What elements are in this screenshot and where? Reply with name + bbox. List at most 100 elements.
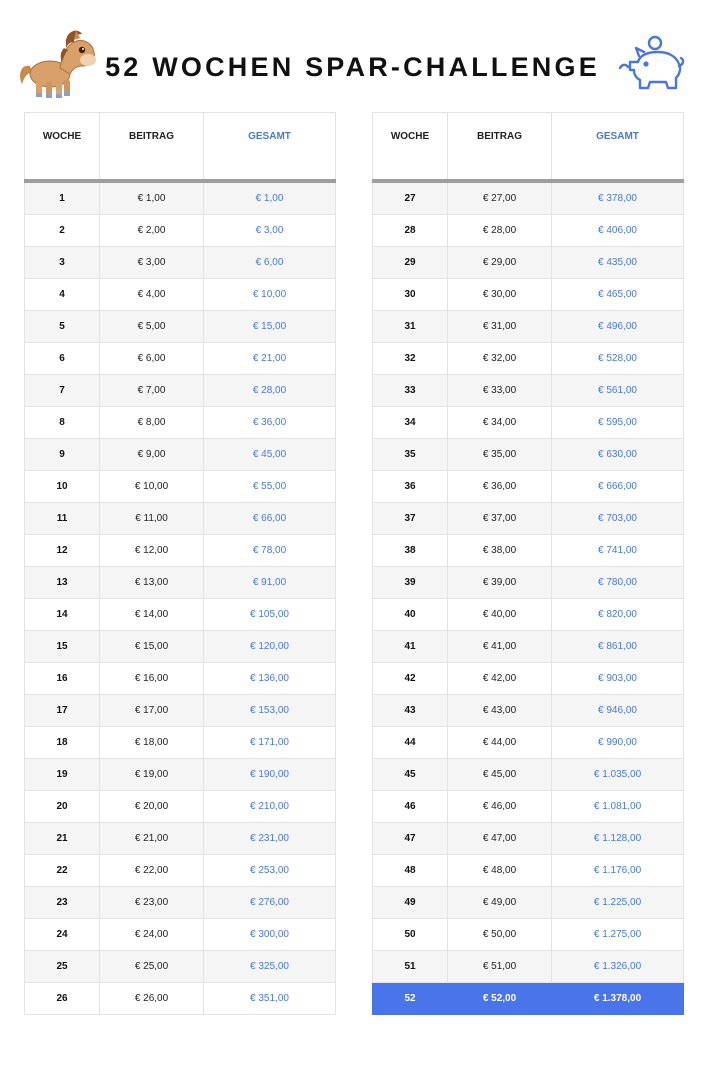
savings-table-right: WOCHE BEITRAG GESAMT 27 € 27,00 € 378,00 28… <box>372 112 684 1015</box>
table-row: 49 € 49,00 € 1.225,00 <box>372 885 684 919</box>
total-cell: € 190,00 <box>203 757 336 791</box>
table-row: 36 € 36,00 € 666,00 <box>372 469 684 503</box>
week-cell: 17 <box>24 693 100 727</box>
column-header-total: GESAMT <box>551 112 684 183</box>
total-cell: € 66,00 <box>203 501 336 535</box>
week-cell: 35 <box>372 437 448 471</box>
week-cell: 9 <box>24 437 100 471</box>
table-row: 42 € 42,00 € 903,00 <box>372 661 684 695</box>
contribution-cell: € 48,00 <box>447 853 552 887</box>
contribution-cell: € 2,00 <box>99 213 204 247</box>
contribution-cell: € 16,00 <box>99 661 204 695</box>
week-cell: 23 <box>24 885 100 919</box>
contribution-cell: € 29,00 <box>447 245 552 279</box>
total-cell: € 276,00 <box>203 885 336 919</box>
contribution-cell: € 27,00 <box>447 180 552 215</box>
contribution-cell: € 25,00 <box>99 949 204 983</box>
contribution-cell: € 46,00 <box>447 789 552 823</box>
contribution-cell: € 35,00 <box>447 437 552 471</box>
table-row: 47 € 47,00 € 1.128,00 <box>372 821 684 855</box>
total-cell: € 496,00 <box>551 309 684 343</box>
contribution-cell: € 6,00 <box>99 341 204 375</box>
week-cell: 22 <box>24 853 100 887</box>
total-cell: € 903,00 <box>551 661 684 695</box>
contribution-cell: € 8,00 <box>99 405 204 439</box>
contribution-cell: € 14,00 <box>99 597 204 631</box>
total-cell: € 703,00 <box>551 501 684 535</box>
total-cell: € 1.275,00 <box>551 917 684 951</box>
week-cell: 44 <box>372 725 448 759</box>
contribution-cell: € 10,00 <box>99 469 204 503</box>
total-cell: € 28,00 <box>203 373 336 407</box>
table-row: 21 € 21,00 € 231,00 <box>24 821 336 855</box>
week-cell: 47 <box>372 821 448 855</box>
contribution-cell: € 44,00 <box>447 725 552 759</box>
week-cell: 52 <box>372 981 448 1015</box>
total-cell: € 1,00 <box>203 180 336 215</box>
week-cell: 31 <box>372 309 448 343</box>
table-row: 35 € 35,00 € 630,00 <box>372 437 684 471</box>
week-cell: 37 <box>372 501 448 535</box>
week-cell: 20 <box>24 789 100 823</box>
table-row: 5 € 5,00 € 15,00 <box>24 309 336 343</box>
table-row: 31 € 31,00 € 496,00 <box>372 309 684 343</box>
week-cell: 38 <box>372 533 448 567</box>
week-cell: 7 <box>24 373 100 407</box>
column-header-week: WOCHE <box>372 112 448 183</box>
week-cell: 11 <box>24 501 100 535</box>
table-row: 7 € 7,00 € 28,00 <box>24 373 336 407</box>
contribution-cell: € 47,00 <box>447 821 552 855</box>
table-row: 11 € 11,00 € 66,00 <box>24 501 336 535</box>
total-cell: € 45,00 <box>203 437 336 471</box>
total-cell: € 15,00 <box>203 309 336 343</box>
week-cell: 18 <box>24 725 100 759</box>
table-row: 26 € 26,00 € 351,00 <box>24 981 336 1015</box>
week-cell: 32 <box>372 341 448 375</box>
week-cell: 24 <box>24 917 100 951</box>
week-cell: 45 <box>372 757 448 791</box>
total-cell: € 528,00 <box>551 341 684 375</box>
week-cell: 21 <box>24 821 100 855</box>
table-row: 1 € 1,00 € 1,00 <box>24 180 336 215</box>
table-row: 3 € 3,00 € 6,00 <box>24 245 336 279</box>
week-cell: 30 <box>372 277 448 311</box>
week-cell: 6 <box>24 341 100 375</box>
week-cell: 36 <box>372 469 448 503</box>
contribution-cell: € 51,00 <box>447 949 552 983</box>
contribution-cell: € 39,00 <box>447 565 552 599</box>
total-cell: € 435,00 <box>551 245 684 279</box>
total-cell: € 10,00 <box>203 277 336 311</box>
total-cell: € 21,00 <box>203 341 336 375</box>
contribution-cell: € 4,00 <box>99 277 204 311</box>
total-cell: € 561,00 <box>551 373 684 407</box>
table-row: 43 € 43,00 € 946,00 <box>372 693 684 727</box>
table-row: 17 € 17,00 € 153,00 <box>24 693 336 727</box>
page-title: 52 WOCHEN SPAR-CHALLENGE <box>105 52 600 82</box>
week-cell: 12 <box>24 533 100 567</box>
column-header-contribution: BEITRAG <box>447 112 552 183</box>
contribution-cell: € 24,00 <box>99 917 204 951</box>
total-cell: € 946,00 <box>551 693 684 727</box>
total-cell: € 6,00 <box>203 245 336 279</box>
contribution-cell: € 34,00 <box>447 405 552 439</box>
total-cell: € 210,00 <box>203 789 336 823</box>
week-cell: 40 <box>372 597 448 631</box>
total-cell: € 3,00 <box>203 213 336 247</box>
total-cell: € 55,00 <box>203 469 336 503</box>
savings-table-left: WOCHE BEITRAG GESAMT 1 € 1,00 € 1,00 2 € 2,0… <box>24 112 336 1015</box>
total-cell: € 595,00 <box>551 405 684 439</box>
total-cell: € 231,00 <box>203 821 336 855</box>
contribution-cell: € 23,00 <box>99 885 204 919</box>
total-cell: € 780,00 <box>551 565 684 599</box>
contribution-cell: € 13,00 <box>99 565 204 599</box>
week-cell: 43 <box>372 693 448 727</box>
contribution-cell: € 19,00 <box>99 757 204 791</box>
table-header-row: WOCHE BEITRAG GESAMT <box>372 112 684 183</box>
total-cell: € 105,00 <box>203 597 336 631</box>
week-cell: 27 <box>372 180 448 215</box>
total-cell: € 990,00 <box>551 725 684 759</box>
total-cell: € 78,00 <box>203 533 336 567</box>
table-row: 45 € 45,00 € 1.035,00 <box>372 757 684 791</box>
table-row-goal: 52 € 52,00 € 1.378,00 <box>372 981 684 1015</box>
table-row: 20 € 20,00 € 210,00 <box>24 789 336 823</box>
